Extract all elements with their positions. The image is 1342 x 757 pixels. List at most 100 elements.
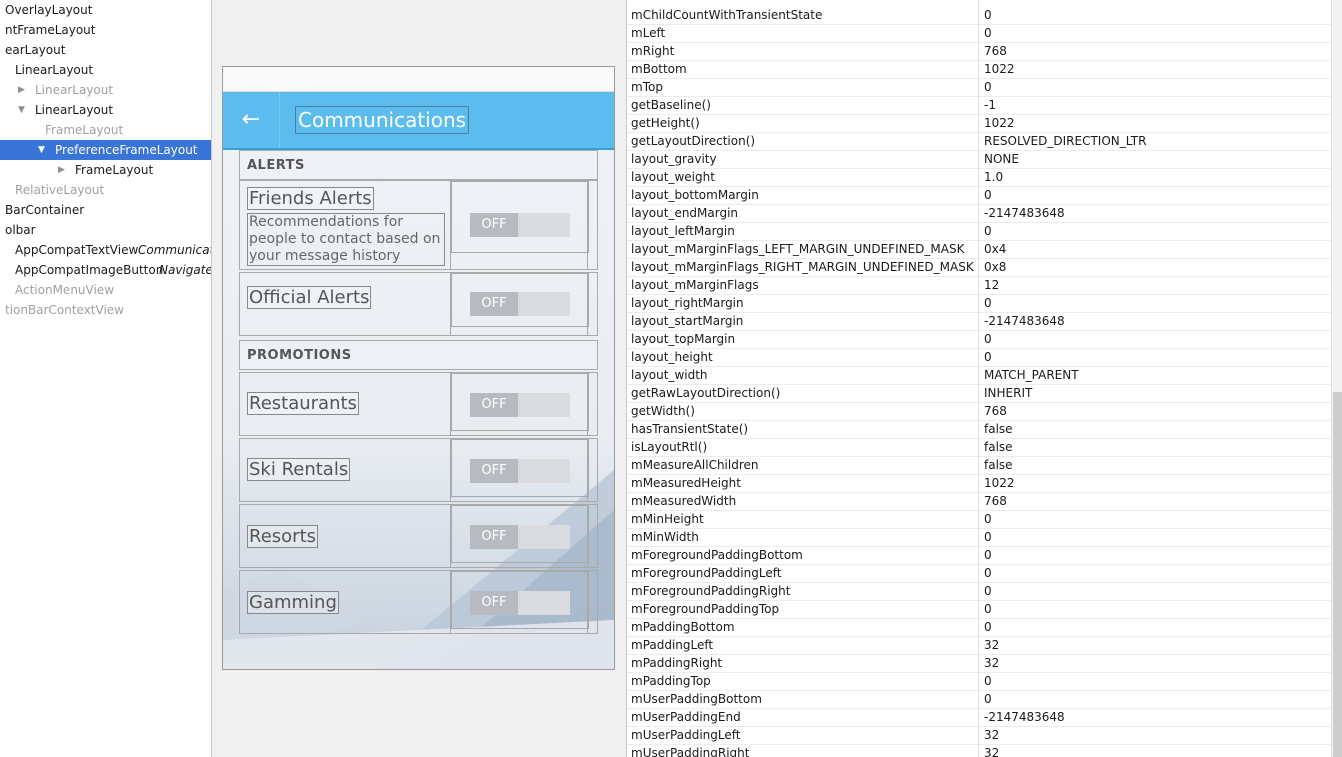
- property-row[interactable]: mPaddingTop 0: [627, 672, 1331, 691]
- property-row[interactable]: mChildCountWithTransientState 0: [627, 6, 1331, 25]
- tree-node[interactable]: LinearLayout: [0, 60, 211, 80]
- tree-node[interactable]: RelativeLayout: [0, 180, 211, 200]
- property-row[interactable]: mUserPaddingRight 32: [627, 744, 1331, 757]
- arrow-left-icon[interactable]: ←: [235, 104, 267, 136]
- switch-widget[interactable]: OFF: [451, 571, 589, 633]
- tree-node[interactable]: ▼ LinearLayout: [0, 100, 211, 120]
- tree-node-label: AppCompatTextView: [15, 243, 139, 257]
- property-row[interactable]: layout_leftMargin 0: [627, 222, 1331, 241]
- property-row[interactable]: getRawLayoutDirection() INHERIT: [627, 384, 1331, 403]
- collapse-arrow-icon[interactable]: ▶: [18, 80, 25, 100]
- scrollbar-thumb[interactable]: [1333, 392, 1342, 757]
- tree-node-label: AppCompatImageButton: [15, 263, 164, 277]
- properties-table: mChildCountWithTransientState 0 mLeft 0 mRig…: [626, 0, 1331, 757]
- switch-widget[interactable]: OFF: [451, 181, 589, 269]
- property-row[interactable]: layout_mMarginFlags_RIGHT_MARGIN_UNDEFIN…: [627, 258, 1331, 277]
- property-row[interactable]: getLayoutDirection() RESOLVED_DIRECTION_L…: [627, 132, 1331, 151]
- property-value: 768: [984, 44, 1007, 58]
- property-row[interactable]: layout_mMarginFlags 12: [627, 276, 1331, 295]
- property-name: mMeasuredWidth: [631, 494, 737, 508]
- property-row[interactable]: layout_gravity NONE: [627, 150, 1331, 169]
- property-row[interactable]: mForegroundPaddingTop 0: [627, 600, 1331, 619]
- preference-row-official-alerts[interactable]: Official Alerts OFF: [239, 272, 598, 336]
- tree-node[interactable]: earLayout: [0, 40, 211, 60]
- property-row[interactable]: layout_rightMargin 0: [627, 294, 1331, 313]
- preference-text-area: Gamming: [240, 571, 451, 633]
- tree-node[interactable]: ntFrameLayout: [0, 20, 211, 40]
- collapse-arrow-icon[interactable]: ▶: [58, 160, 65, 180]
- property-row[interactable]: mForegroundPaddingBottom 0: [627, 546, 1331, 565]
- property-row[interactable]: mTop 0: [627, 78, 1331, 97]
- property-row[interactable]: mMinWidth 0: [627, 528, 1331, 547]
- tree-node[interactable]: ActionMenuView: [0, 280, 211, 300]
- preference-row-ski-rentals[interactable]: Ski Rentals OFF: [239, 438, 598, 502]
- property-row[interactable]: mUserPaddingEnd -2147483648: [627, 708, 1331, 727]
- view-hierarchy-tree: OverlayLayout ntFrameLayout earLayout Linea…: [0, 0, 212, 757]
- tree-node[interactable]: BarContainer: [0, 200, 211, 220]
- property-name: mBottom: [631, 62, 687, 76]
- switch-off[interactable]: OFF: [470, 393, 518, 417]
- property-row[interactable]: mMeasuredHeight 1022: [627, 474, 1331, 493]
- property-row[interactable]: mUserPaddingLeft 32: [627, 726, 1331, 745]
- switch-widget[interactable]: OFF: [451, 273, 589, 335]
- switch-widget[interactable]: OFF: [451, 505, 589, 567]
- tree-node[interactable]: ▶ LinearLayout: [0, 80, 211, 100]
- tree-node[interactable]: AppCompatTextViewCommunications: [0, 240, 211, 260]
- property-value: 0: [984, 566, 992, 580]
- switch-off[interactable]: OFF: [470, 459, 518, 483]
- property-row[interactable]: hasTransientState() false: [627, 420, 1331, 439]
- property-name: mPaddingRight: [631, 656, 723, 670]
- property-name: mUserPaddingEnd: [631, 710, 741, 724]
- property-row[interactable]: layout_width MATCH_PARENT: [627, 366, 1331, 385]
- property-row[interactable]: mPaddingRight 32: [627, 654, 1331, 673]
- property-row[interactable]: getHeight() 1022: [627, 114, 1331, 133]
- property-value: 32: [984, 638, 1000, 652]
- tree-node[interactable]: OverlayLayout: [0, 0, 211, 20]
- property-row[interactable]: mMinHeight 0: [627, 510, 1331, 529]
- switch-widget[interactable]: OFF: [451, 439, 589, 501]
- preference-row-restaurants[interactable]: Restaurants OFF: [239, 372, 598, 436]
- switch-off[interactable]: OFF: [470, 525, 518, 549]
- switch-widget[interactable]: OFF: [451, 373, 589, 435]
- expand-arrow-icon[interactable]: ▼: [18, 100, 25, 120]
- switch-off[interactable]: OFF: [470, 292, 518, 316]
- property-row[interactable]: getBaseline() -1: [627, 96, 1331, 115]
- property-row[interactable]: mPaddingLeft 32: [627, 636, 1331, 655]
- tree-node[interactable]: ▶ FrameLayout: [0, 160, 211, 180]
- property-row[interactable]: mMeasureAllChildren false: [627, 456, 1331, 475]
- tree-node[interactable]: AppCompatImageButtonNavigate up: [0, 260, 211, 280]
- tree-node[interactable]: ▼ PreferenceFrameLayout: [0, 140, 211, 160]
- property-row[interactable]: mPaddingBottom 0: [627, 618, 1331, 637]
- property-name: getLayoutDirection(): [631, 134, 756, 148]
- property-row[interactable]: mMeasuredWidth 768: [627, 492, 1331, 511]
- property-row[interactable]: layout_height 0: [627, 348, 1331, 367]
- property-name: isLayoutRtl(): [631, 440, 708, 454]
- tree-node[interactable]: tionBarContextView: [0, 300, 211, 320]
- switch-off[interactable]: OFF: [470, 213, 518, 237]
- device-screen[interactable]: ← Communications ALERTS Friends Alerts R…: [222, 66, 615, 670]
- property-row[interactable]: mBottom 1022: [627, 60, 1331, 79]
- property-row[interactable]: mLeft 0: [627, 24, 1331, 43]
- property-row[interactable]: layout_weight 1.0: [627, 168, 1331, 187]
- property-row[interactable]: layout_mMarginFlags_LEFT_MARGIN_UNDEFINE…: [627, 240, 1331, 259]
- expand-arrow-icon[interactable]: ▼: [38, 140, 45, 160]
- property-row[interactable]: mForegroundPaddingRight 0: [627, 582, 1331, 601]
- preference-row-friends-alerts[interactable]: Friends Alerts Recommendations for peopl…: [239, 180, 598, 270]
- property-row[interactable]: layout_endMargin -2147483648: [627, 204, 1331, 223]
- properties-scrollbar[interactable]: [1331, 0, 1342, 757]
- tree-node[interactable]: olbar: [0, 220, 211, 240]
- property-row[interactable]: layout_topMargin 0: [627, 330, 1331, 349]
- preference-row-resorts[interactable]: Resorts OFF: [239, 504, 598, 568]
- property-row[interactable]: mRight 768: [627, 42, 1331, 61]
- preference-text-area: Ski Rentals: [240, 439, 451, 501]
- property-row[interactable]: isLayoutRtl() false: [627, 438, 1331, 457]
- property-row[interactable]: layout_startMargin -2147483648: [627, 312, 1331, 331]
- preference-row-gamming[interactable]: Gamming OFF: [239, 570, 598, 634]
- switch-off[interactable]: OFF: [470, 591, 518, 615]
- property-value: -2147483648: [984, 206, 1065, 220]
- property-row[interactable]: mUserPaddingBottom 0: [627, 690, 1331, 709]
- tree-node[interactable]: FrameLayout: [0, 120, 211, 140]
- property-row[interactable]: mForegroundPaddingLeft 0: [627, 564, 1331, 583]
- property-row[interactable]: layout_bottomMargin 0: [627, 186, 1331, 205]
- property-row[interactable]: getWidth() 768: [627, 402, 1331, 421]
